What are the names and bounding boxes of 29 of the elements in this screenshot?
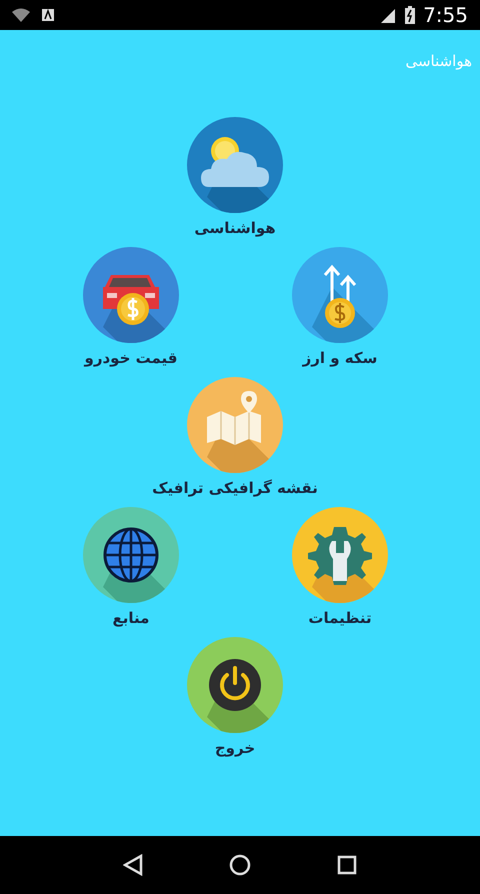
back-icon[interactable] bbox=[123, 854, 143, 876]
home-icon[interactable] bbox=[229, 854, 251, 876]
menu-tile[interactable]: سکه و ارز bbox=[270, 247, 410, 377]
tile-label: نقشه گرافیکی ترافیک bbox=[152, 478, 318, 499]
power-icon bbox=[187, 637, 283, 733]
map-icon bbox=[187, 377, 283, 473]
currency-icon bbox=[292, 247, 388, 343]
tile-label: قیمت خودرو bbox=[84, 348, 178, 369]
app-title: هواشناسی bbox=[405, 51, 472, 72]
menu-tile[interactable]: خروج bbox=[165, 637, 305, 767]
tile-label: تنظیمات bbox=[308, 608, 372, 629]
menu-tile[interactable]: منابع bbox=[61, 507, 201, 637]
car-price-icon bbox=[83, 247, 179, 343]
clock-time: 7:55 bbox=[423, 2, 468, 29]
settings-icon bbox=[292, 507, 388, 603]
signal-icon bbox=[381, 7, 398, 23]
battery-icon bbox=[405, 6, 416, 24]
tile-label: هواشناسی bbox=[194, 218, 276, 239]
wifi-icon bbox=[12, 8, 30, 22]
weather-icon bbox=[187, 117, 283, 213]
globe-icon bbox=[83, 507, 179, 603]
tile-label: سکه و ارز bbox=[302, 348, 378, 369]
tile-label: منابع bbox=[112, 608, 150, 629]
overview-icon[interactable] bbox=[337, 855, 357, 875]
menu-tile[interactable]: هواشناسی bbox=[165, 117, 305, 247]
menu-tile[interactable]: نقشه گرافیکی ترافیک bbox=[152, 377, 318, 507]
tile-label: خروج bbox=[214, 738, 256, 759]
menu-tile[interactable]: تنظیمات bbox=[270, 507, 410, 637]
menu-tile[interactable]: قیمت خودرو bbox=[61, 247, 201, 377]
